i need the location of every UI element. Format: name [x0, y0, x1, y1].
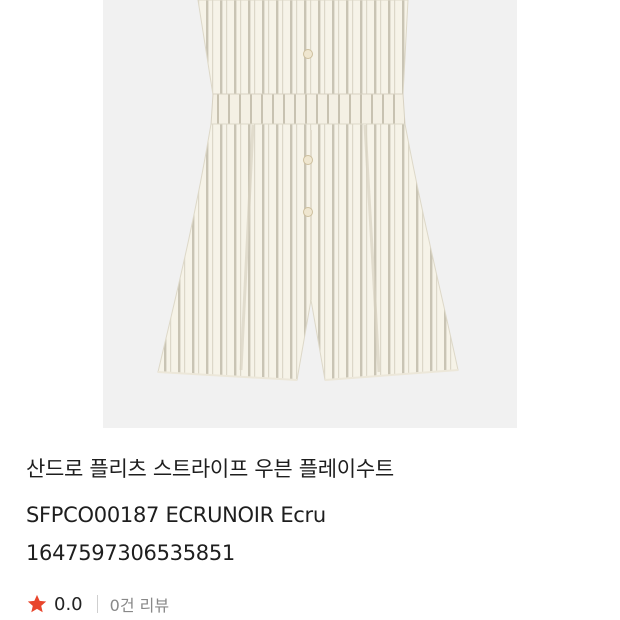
- button: [303, 155, 313, 165]
- review-count-link[interactable]: 0건 리뷰: [110, 592, 169, 616]
- product-detail-page: 산드로 플리츠 스트라이프 우븐 플레이수트 SFPCO00187 ECRUNO…: [0, 0, 620, 620]
- product-code: SFPCO00187 ECRUNOIR Ecru: [26, 503, 326, 527]
- product-id: 1647597306535851: [26, 541, 235, 565]
- waistband: [210, 93, 406, 126]
- bodice: [197, 0, 409, 96]
- rating-row[interactable]: 0.0 0건 리뷰: [26, 592, 169, 616]
- button: [303, 49, 313, 59]
- product-image[interactable]: [103, 0, 517, 428]
- product-name: 산드로 플리츠 스트라이프 우븐 플레이수트: [26, 457, 394, 481]
- rating-value: 0.0: [54, 593, 83, 615]
- star-icon: [26, 593, 48, 615]
- divider: [96, 595, 98, 613]
- button: [303, 207, 313, 217]
- playsuit-illustration: [157, 0, 459, 381]
